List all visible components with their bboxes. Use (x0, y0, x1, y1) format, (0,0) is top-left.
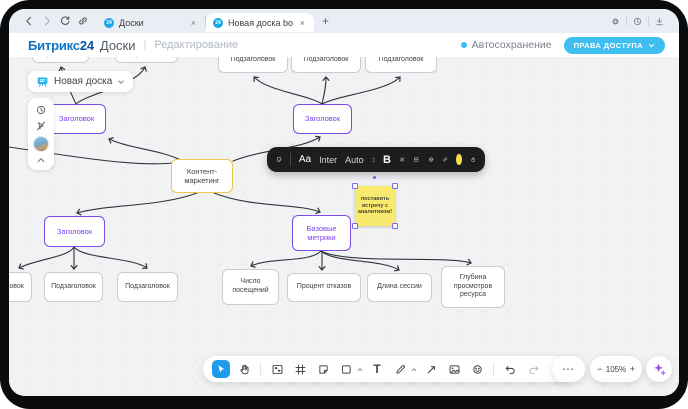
bitrix-favicon: 24 (213, 17, 223, 28)
mindmap-node-subheading[interactable]: Подзаголовок (32, 57, 89, 63)
sticky-note-icon[interactable] (276, 153, 282, 166)
board-name: Новая доска (54, 76, 113, 87)
arrow-tool[interactable] (422, 360, 440, 378)
mindmap-node-metric[interactable]: Глубина просмотров ресурса (441, 266, 505, 308)
undo-button[interactable] (501, 360, 519, 378)
main-toolbar: T (203, 356, 574, 382)
redo-button[interactable] (524, 360, 542, 378)
layout-tool[interactable] (268, 360, 286, 378)
rotate-handle[interactable] (373, 176, 376, 179)
mindmap-node-metric[interactable]: Процент отказов (287, 273, 361, 302)
selection-handle[interactable] (352, 183, 358, 189)
mindmap-node-subheading[interactable]: Подзаголовок (291, 57, 361, 73)
emoji-tool[interactable] (468, 360, 486, 378)
autosave-status: Автосохранение (460, 39, 552, 51)
mindmap-node-heading[interactable]: Заголовок (44, 216, 105, 247)
mindmap-node-subheading[interactable]: Подзаголовок (117, 272, 178, 302)
back-icon[interactable] (23, 15, 35, 27)
tab-label: Доски (119, 17, 144, 28)
shape-tool[interactable] (337, 360, 355, 378)
chevron-down-icon (649, 43, 654, 47)
font-name-label[interactable]: Inter (319, 155, 337, 165)
download-icon[interactable] (654, 16, 665, 27)
mindmap-node-metric[interactable]: Длина сессии (367, 273, 432, 302)
browser-tab-boards[interactable]: 24 Доски × (97, 13, 205, 32)
new-tab-button[interactable]: + (314, 14, 337, 28)
font-size-selector[interactable]: Auto (345, 155, 364, 165)
access-rights-button[interactable]: ПРАВА ДОСТУПА (563, 36, 665, 54)
mindmap-node-metric[interactable]: Число посещений (222, 269, 279, 305)
tab-close-icon[interactable]: × (189, 18, 198, 28)
more-options-button[interactable]: ⋯ (552, 356, 585, 382)
app-header: Битрикс24 Доски | Редактирование Автосох… (9, 33, 679, 57)
autosave-dot-icon (460, 42, 467, 48)
select-tool[interactable] (212, 360, 230, 378)
reload-icon[interactable] (59, 15, 71, 27)
mindmap-node-subheading[interactable]: Подзаголовок (365, 57, 437, 73)
chevron-down-icon (118, 80, 125, 84)
browser-window: 24 Доски × 24 Новая доска board × + Битр… (9, 9, 679, 396)
link-icon[interactable] (77, 15, 89, 27)
collaborator-avatar[interactable] (33, 136, 49, 152)
chevron-up-icon[interactable] (36, 156, 46, 164)
board-switcher[interactable]: Новая доска (28, 71, 134, 92)
screenshot: 24 Доски × 24 Новая доска board × + Битр… (0, 0, 688, 409)
mindmap-node-metrics-parent[interactable]: Базовые метрики (292, 215, 351, 251)
font-family-selector[interactable]: Aa (299, 154, 311, 165)
selection-handle[interactable] (392, 223, 398, 229)
mindmap-node-subheading[interactable]: Подзаголовок (115, 57, 178, 63)
tab-close-icon[interactable]: × (298, 18, 307, 28)
hand-tool[interactable] (235, 360, 253, 378)
pen-tool[interactable] (391, 360, 409, 378)
color-swatch[interactable] (456, 154, 462, 165)
browser-tabbar: 24 Доски × 24 Новая доска board × + (9, 9, 679, 33)
bold-button[interactable]: B (383, 154, 391, 166)
more-icon: ⋯ (562, 362, 575, 376)
sticky-note[interactable]: поставить встречу с аналитиком! (355, 186, 395, 226)
lock-icon[interactable] (470, 153, 476, 166)
zoom-out-button[interactable]: − (597, 364, 602, 374)
tab-label: Новая доска board (228, 17, 293, 28)
shape-tool-caret-icon[interactable] (357, 367, 363, 372)
size-stepper-icon[interactable] (371, 154, 375, 166)
collaboration-panel (28, 98, 54, 170)
zoom-level: 105% (605, 364, 627, 374)
mindmap-node-heading[interactable]: Заголовок (47, 104, 106, 134)
selection-handle[interactable] (352, 223, 358, 229)
text-tool[interactable]: T (368, 360, 386, 378)
pen-tool-caret-icon[interactable] (411, 367, 417, 372)
browser-tab-new-board[interactable]: 24 Новая доска board × (206, 13, 314, 32)
bitrix-favicon: 24 (104, 17, 114, 28)
image-tool[interactable] (445, 360, 463, 378)
window-frame: 24 Доски × 24 Новая доска board × + Битр… (0, 0, 688, 409)
board-canvas[interactable]: Подзаголовок Подзаголовок Подзаголовок П… (9, 57, 679, 396)
frame-tool[interactable] (291, 360, 309, 378)
mode-label: Редактирование (154, 39, 239, 51)
format-toolbar: Aa Inter Auto B (267, 147, 485, 172)
board-icon (37, 77, 48, 87)
bitrix24-logo: Битрикс24 (28, 37, 94, 53)
pointer-slash-icon[interactable] (35, 120, 47, 132)
zoom-in-button[interactable]: + (630, 364, 635, 374)
forward-icon[interactable] (41, 15, 53, 27)
header-divider: | (143, 39, 147, 51)
extension-icon[interactable] (610, 16, 621, 27)
app-title: Доски (99, 37, 136, 53)
zoom-controls: − 105% + (590, 356, 642, 382)
mindmap-node-subheading[interactable]: Подзаголовок (218, 57, 288, 73)
history-clock-icon[interactable] (35, 104, 47, 116)
sticky-note-tool[interactable] (314, 360, 332, 378)
history-icon[interactable] (632, 16, 643, 27)
fill-frame-icon[interactable] (413, 153, 419, 166)
mindmap-node-root[interactable]: Контент-маркетинг (171, 159, 233, 193)
ai-assistant-button[interactable] (646, 356, 672, 382)
selection-handle[interactable] (392, 183, 398, 189)
mindmap-node-heading[interactable]: Заголовок (293, 104, 352, 134)
link-chain-icon[interactable] (442, 153, 448, 166)
mindmap-node-subheading[interactable]: Подзаголовок (44, 272, 103, 302)
ai-sparkles-icon (653, 362, 666, 376)
align-center-icon[interactable] (399, 153, 405, 166)
mindmap-node-subheading[interactable]: Подзаголовок (9, 272, 32, 302)
emoji-icon[interactable] (428, 153, 434, 166)
